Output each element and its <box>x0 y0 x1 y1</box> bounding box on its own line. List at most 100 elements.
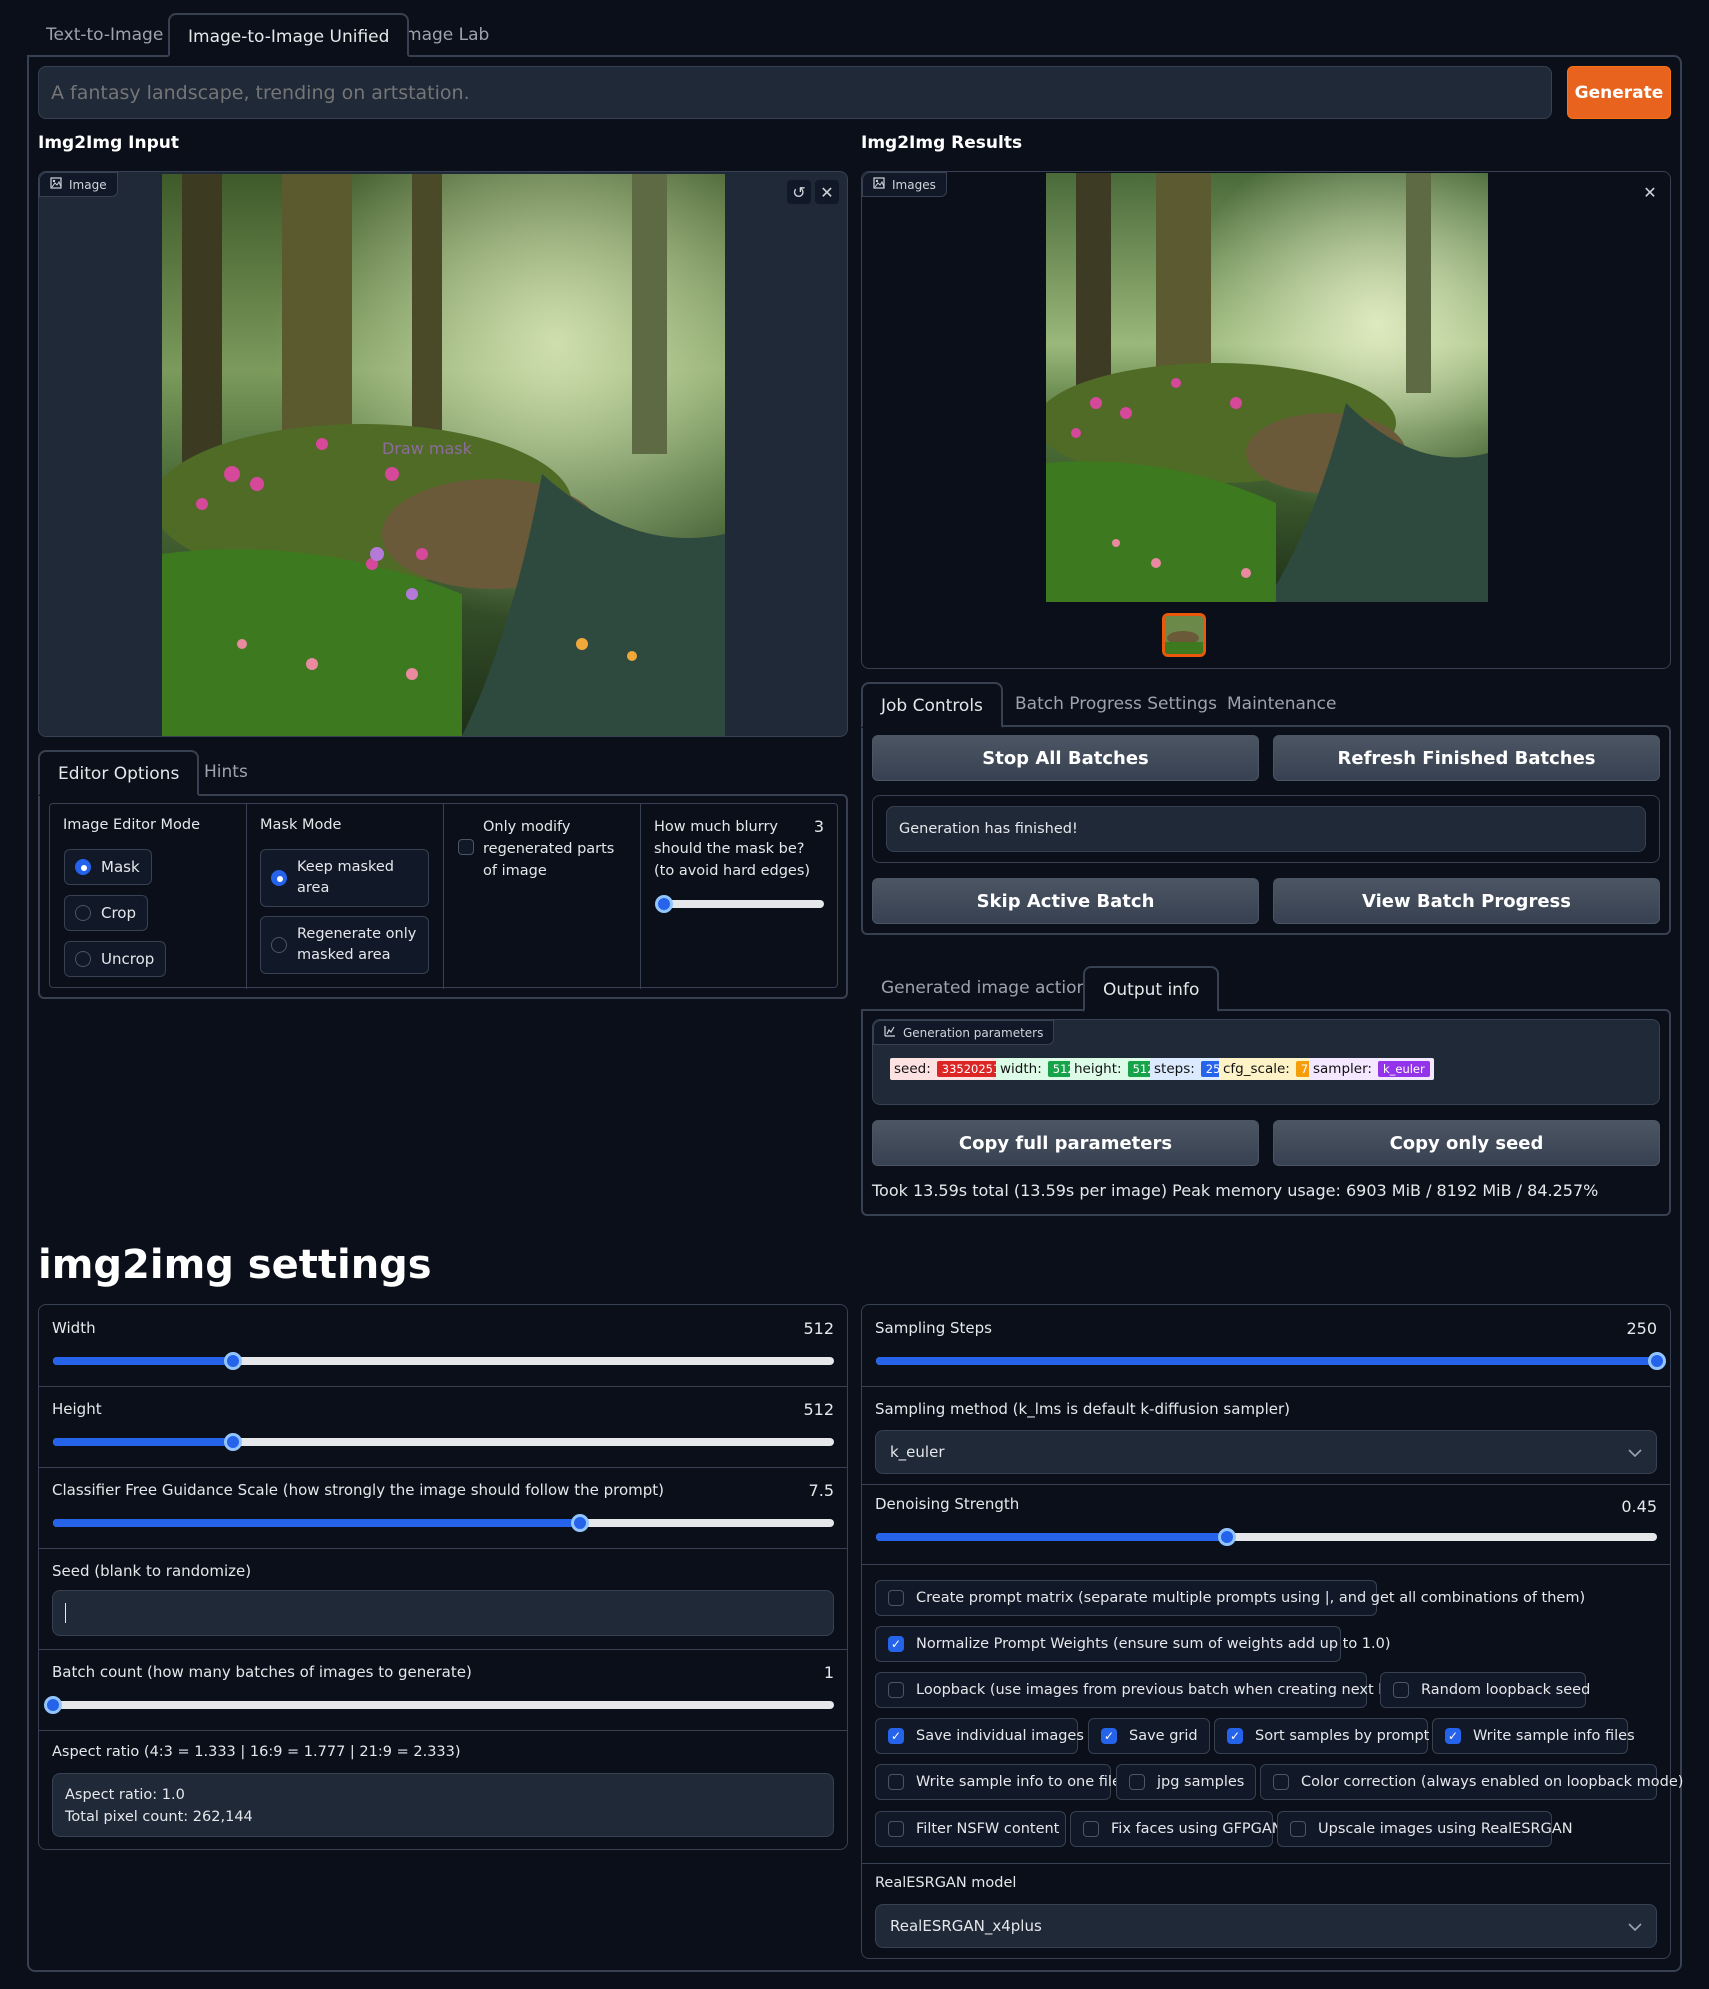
denoise-slider[interactable] <box>876 1528 1657 1546</box>
text-cursor <box>65 1603 66 1623</box>
option-checkbox[interactable]: jpg samples <box>1116 1764 1256 1800</box>
tab-job-controls[interactable]: Job Controls <box>861 682 1003 728</box>
prompt-input[interactable] <box>38 66 1552 119</box>
cfg-slider[interactable] <box>53 1514 834 1532</box>
refresh-finished-batches-button[interactable]: Refresh Finished Batches <box>1273 735 1660 781</box>
option-checkbox[interactable]: ✓ Save individual images <box>875 1718 1084 1754</box>
seed-label: Seed (blank to randomize) <box>52 1562 252 1580</box>
results-panel[interactable]: Images ✕ <box>861 171 1671 669</box>
tab-editor-options[interactable]: Editor Options <box>38 750 200 796</box>
option-checkbox[interactable]: Filter NSFW content <box>875 1811 1066 1847</box>
option-checkbox[interactable]: ✓ Save grid <box>1088 1718 1210 1754</box>
generate-button[interactable]: Generate <box>1567 66 1671 119</box>
seed-input[interactable] <box>52 1590 834 1636</box>
steps-value: 250 <box>1626 1319 1657 1338</box>
option-checkbox[interactable]: Create prompt matrix (separate multiple … <box>875 1580 1585 1616</box>
chart-icon <box>884 1025 896 1040</box>
output-stats: Took 13.59s total (13.59s per image) Pea… <box>872 1181 1599 1200</box>
result-image[interactable] <box>1046 173 1488 602</box>
svg-text:Draw mask: Draw mask <box>382 439 473 458</box>
only-modify-checkbox[interactable] <box>458 839 474 855</box>
params-tag-label: Generation parameters <box>903 1025 1044 1040</box>
close-icon[interactable]: ✕ <box>815 180 839 204</box>
width-value: 512 <box>803 1319 834 1338</box>
aspect-ratio-text: Aspect ratio: 1.0 <box>65 1787 185 1803</box>
mask-mode-keep[interactable]: Keep masked area <box>260 849 429 907</box>
params-tag: Generation parameters <box>873 1020 1055 1045</box>
mask-mode-regenerate[interactable]: Regenerate only masked area <box>260 916 429 974</box>
tab-text-to-image[interactable]: Text-to-Image <box>28 13 181 57</box>
denoise-label: Denoising Strength <box>875 1495 1020 1513</box>
tab-generated-image-actions[interactable]: Generated image actions <box>863 966 1114 1012</box>
mask-mode-label: Mask Mode <box>260 817 342 833</box>
tab-maintenance[interactable]: Maintenance <box>1209 682 1354 728</box>
left-settings-panel: Width 512 Height 512 Classifier Free Gui… <box>38 1304 848 1850</box>
pixel-count-text: Total pixel count: 262,144 <box>65 1809 253 1825</box>
option-checkbox[interactable]: ✓ Sort samples by prompt <box>1214 1718 1429 1754</box>
blur-label: How much blurry should the mask be? (to … <box>654 819 811 879</box>
skip-active-batch-button[interactable]: Skip Active Batch <box>872 878 1259 924</box>
batch-label: Batch count (how many batches of images … <box>52 1663 472 1681</box>
tab-batch-progress-settings[interactable]: Batch Progress Settings <box>997 682 1235 728</box>
option-checkbox[interactable]: Random loopback seed <box>1380 1672 1590 1708</box>
images-tag-label: Images <box>892 177 936 192</box>
only-modify-label: Only modify regenerated parts of image <box>483 819 615 879</box>
mode-crop[interactable]: Crop <box>64 895 148 931</box>
esrgan-model-select[interactable]: RealESRGAN_x4plus <box>875 1904 1657 1948</box>
chevron-down-icon <box>1628 1917 1642 1935</box>
right-settings-panel: Sampling Steps 250 Sampling method (k_lm… <box>861 1304 1683 1959</box>
cfg-label: Classifier Free Guidance Scale (how stro… <box>52 1481 664 1499</box>
option-checkbox[interactable]: ✓ Write sample info files <box>1432 1718 1635 1754</box>
close-icon[interactable]: ✕ <box>1638 180 1662 204</box>
undo-icon[interactable]: ↺ <box>787 180 811 204</box>
input-image[interactable]: Draw mask <box>162 174 725 736</box>
stop-all-batches-button[interactable]: Stop All Batches <box>872 735 1259 781</box>
denoise-value: 0.45 <box>1621 1497 1657 1516</box>
option-checkbox[interactable]: Fix faces using GFPGAN <box>1070 1811 1283 1847</box>
steps-slider[interactable] <box>876 1352 1666 1370</box>
copy-full-parameters-button[interactable]: Copy full parameters <box>872 1120 1259 1166</box>
editor-mode-label: Image Editor Mode <box>63 817 201 833</box>
blur-slider[interactable] <box>655 895 824 913</box>
generation-params-panel: Generation parameters seed: 3352025164 wid… <box>872 1019 1660 1105</box>
option-checkbox[interactable]: Loopback (use images from previous batch… <box>875 1672 1425 1708</box>
height-label: Height <box>52 1400 102 1418</box>
width-slider[interactable] <box>53 1352 834 1370</box>
image-tag: Image <box>39 172 118 197</box>
status-text: Generation has finished! <box>886 806 1646 852</box>
editor-options-panel: Image Editor Mode Mask Crop Uncrop Mask … <box>49 803 838 989</box>
batch-slider[interactable] <box>44 1696 834 1714</box>
images-tag: Images <box>862 172 947 197</box>
batch-value: 1 <box>823 1663 834 1682</box>
method-label: Sampling method (k_lms is default k-diff… <box>875 1400 1290 1418</box>
view-batch-progress-button[interactable]: View Batch Progress <box>1273 878 1660 924</box>
tab-output-info[interactable]: Output info <box>1083 966 1220 1012</box>
height-value: 512 <box>803 1400 834 1419</box>
height-slider[interactable] <box>53 1433 834 1451</box>
result-thumbnail[interactable] <box>1162 613 1206 657</box>
sampling-method-value: k_euler <box>890 1443 945 1461</box>
option-checkbox[interactable]: Upscale images using RealESRGAN <box>1277 1811 1573 1847</box>
chevron-down-icon <box>1628 1443 1642 1461</box>
settings-title: img2img settings <box>38 1242 432 1288</box>
blur-value: 3 <box>813 817 824 836</box>
input-image-panel[interactable]: Image ↺ ✕ Draw mask <box>38 171 848 737</box>
results-title: Img2Img Results <box>861 133 1023 153</box>
esrgan-label: RealESRGAN model <box>875 1875 1017 1891</box>
option-checkbox[interactable]: Color correction (always enabled on loop… <box>1260 1764 1683 1800</box>
image-icon <box>873 177 885 192</box>
sampling-method-select[interactable]: k_euler <box>875 1430 1657 1474</box>
aspect-info: Aspect ratio: 1.0 Total pixel count: 262… <box>52 1773 834 1837</box>
image-tag-label: Image <box>69 177 107 192</box>
cfg-value: 7.5 <box>808 1481 834 1500</box>
input-title: Img2Img Input <box>38 133 179 153</box>
param-badge: sampler: k_euler <box>1309 1058 1434 1080</box>
status-panel: Generation has finished! <box>872 795 1660 863</box>
mode-mask[interactable]: Mask <box>64 849 152 885</box>
tab-image-to-image[interactable]: Image-to-Image Unified <box>168 13 410 57</box>
option-checkbox[interactable]: Write sample info to one file <box>875 1764 1121 1800</box>
aspect-label: Aspect ratio (4:3 = 1.333 | 16:9 = 1.777… <box>52 1744 461 1760</box>
copy-only-seed-button[interactable]: Copy only seed <box>1273 1120 1660 1166</box>
mode-uncrop[interactable]: Uncrop <box>64 941 166 977</box>
option-checkbox[interactable]: ✓ Normalize Prompt Weights (ensure sum of… <box>875 1626 1391 1662</box>
